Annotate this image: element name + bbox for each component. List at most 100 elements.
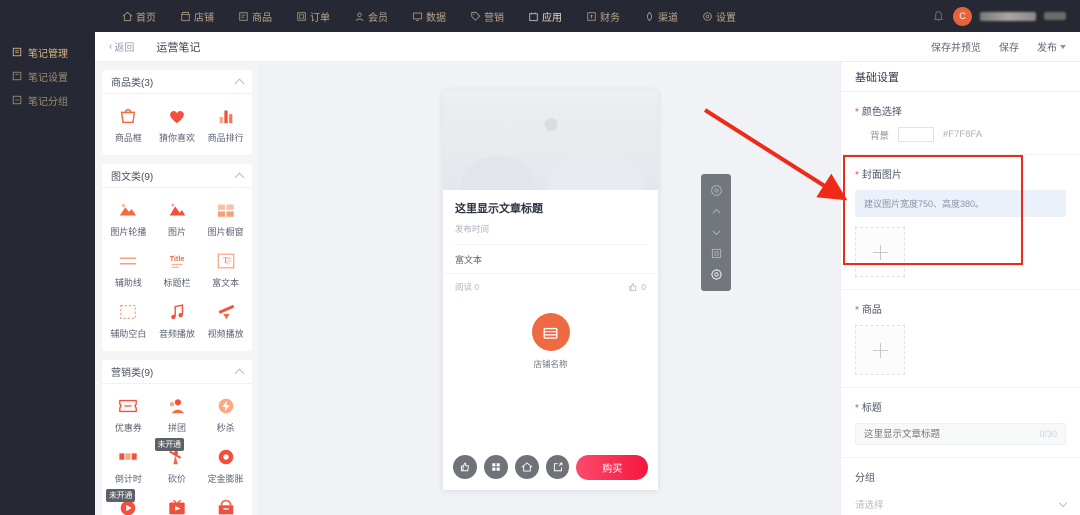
component-goods-rank[interactable]: 商品排行 xyxy=(201,100,250,151)
phone-preview: 这里显示文章标题 发布时间 富文本 阅读 0 0 店铺名称 购买 xyxy=(443,90,658,490)
move-down-icon[interactable] xyxy=(710,226,723,239)
group-field-label: 分组 xyxy=(855,473,875,484)
thumbs-up-icon[interactable] xyxy=(453,455,477,479)
notification-bell-icon[interactable] xyxy=(932,10,945,23)
group-title: 商品类(3) xyxy=(111,78,154,89)
topnav-item-goods[interactable]: 商品 xyxy=(236,3,274,30)
component-divider[interactable]: 辅助线 xyxy=(104,245,153,296)
sun-shape xyxy=(544,118,557,131)
share-icon[interactable] xyxy=(545,455,570,479)
topnav-item-settings[interactable]: 设置 xyxy=(700,3,738,30)
username-blurred xyxy=(980,11,1036,21)
component-label: 倒计时 xyxy=(114,474,142,484)
order-icon xyxy=(296,11,307,22)
shop-block[interactable]: 店铺名称 xyxy=(443,313,658,370)
topnav-item-data[interactable]: 数据 xyxy=(410,3,448,30)
component-image-window[interactable]: 图片橱窗 xyxy=(201,194,250,245)
topnav-item-home[interactable]: 首页 xyxy=(120,3,158,30)
note-list-icon xyxy=(12,47,22,57)
component-audio[interactable]: 音频播放 xyxy=(153,296,202,347)
save-preview-button[interactable]: 保存并预览 xyxy=(931,39,981,54)
buy-button[interactable]: 购买 xyxy=(576,454,649,480)
save-button[interactable]: 保存 xyxy=(999,39,1019,54)
cover-image-placeholder[interactable] xyxy=(443,90,658,190)
component-group-goods: 商品类(3) 商品框 猜你喜欢 商品排行 xyxy=(102,70,252,155)
component-label: 图片轮播 xyxy=(110,227,147,237)
group-header[interactable]: 图文类(9) xyxy=(102,164,252,188)
component-image[interactable]: 图片 xyxy=(153,194,202,245)
rank-bar-icon xyxy=(214,105,238,127)
component-blank[interactable]: 辅助空白 xyxy=(104,296,153,347)
component-recommend[interactable]: 猜你喜欢 xyxy=(153,100,202,151)
topnav-item-shop[interactable]: 店铺 xyxy=(178,3,216,30)
topnav-item-order[interactable]: 订单 xyxy=(294,3,332,30)
component-label: 富文本 xyxy=(212,278,240,288)
topnav-item-marketing[interactable]: 营销 xyxy=(468,3,506,30)
group-grid: 商品框 猜你喜欢 商品排行 xyxy=(102,94,252,155)
back-button[interactable]: ‹ 返回 xyxy=(109,39,134,54)
sidebar-item-note-group[interactable]: 笔记分组 xyxy=(0,88,95,112)
publish-button[interactable]: 发布 xyxy=(1037,39,1066,54)
group-header[interactable]: 营销类(9) xyxy=(102,360,252,384)
sidebar-item-note-settings[interactable]: 笔记设置 xyxy=(0,64,95,88)
hill-shape-right xyxy=(548,150,644,190)
topnav-label: 会员 xyxy=(368,12,388,24)
component-label: 定金膨胀 xyxy=(207,474,244,484)
color-swatch[interactable] xyxy=(898,127,935,142)
settings-gear-icon[interactable] xyxy=(710,268,723,281)
component-live-preview[interactable]: 直播预发 xyxy=(153,492,202,515)
component-group-media: 图文类(9) 图片轮播 图片 图片橱窗 辅助线 Title 标题栏 T 富文本 … xyxy=(102,164,252,351)
not-activated-badge: 未开通 xyxy=(106,489,136,502)
component-rich-text[interactable]: T 富文本 xyxy=(201,245,250,296)
topnav-label: 财务 xyxy=(600,12,620,24)
component-group-buy[interactable]: 拼团 xyxy=(153,390,202,441)
topnav-item-app[interactable]: 应用 xyxy=(526,3,564,36)
title-input-row: 0/30 xyxy=(855,423,1066,445)
back-label: 返回 xyxy=(114,43,135,54)
goods-section: 商品 xyxy=(841,290,1080,388)
group-select[interactable]: 请选择 xyxy=(855,493,1068,515)
component-float-toolbar xyxy=(701,174,731,291)
component-label: 秒杀 xyxy=(216,423,235,433)
component-coupon[interactable]: 优惠券 xyxy=(104,390,153,441)
component-goods-frame[interactable]: 商品框 xyxy=(104,100,153,151)
topnav-item-finance[interactable]: 财务 xyxy=(584,3,622,30)
component-video[interactable]: 视频播放 xyxy=(201,296,250,347)
topnav-label: 首页 xyxy=(136,12,156,24)
grid-icon[interactable] xyxy=(483,455,508,479)
component-carousel[interactable]: 图片轮播 xyxy=(104,194,153,245)
cover-image-label: 封面图片 xyxy=(855,166,1066,181)
group-grid: 优惠券 拼团 秒杀 倒计时 未开通 砍价 定金膨胀 未开通 xyxy=(102,384,252,515)
topnav-item-member[interactable]: 会员 xyxy=(352,3,390,30)
component-paid-zone[interactable]: 收费专区 xyxy=(201,492,250,515)
component-title-bar[interactable]: Title 标题栏 xyxy=(153,245,202,296)
component-flash-sale[interactable]: 秒杀 xyxy=(201,390,250,441)
move-up-icon[interactable] xyxy=(710,205,723,218)
topnav-label: 订单 xyxy=(310,12,330,24)
divider-line-icon xyxy=(116,250,140,272)
canvas-area: 这里显示文章标题 发布时间 富文本 阅读 0 0 店铺名称 购买 xyxy=(260,62,840,515)
component-bargain[interactable]: 未开通 砍价 xyxy=(153,438,202,492)
member-icon xyxy=(354,11,365,22)
component-deposit[interactable]: 定金膨胀 xyxy=(201,441,250,492)
heart-icon xyxy=(165,105,189,127)
rich-text-icon: T xyxy=(214,250,238,272)
copy-icon[interactable] xyxy=(710,247,723,260)
avatar[interactable]: C xyxy=(953,6,972,26)
read-count-label: 阅读 0 xyxy=(455,282,480,292)
goods-add-button[interactable] xyxy=(855,325,905,375)
topnav-item-channel[interactable]: 渠道 xyxy=(642,3,680,30)
not-activated-badge: 未开通 xyxy=(154,438,184,451)
component-countdown[interactable]: 倒计时 xyxy=(104,441,153,492)
home-icon[interactable] xyxy=(514,455,539,479)
group-header[interactable]: 商品类(3) xyxy=(102,70,252,94)
eye-icon[interactable] xyxy=(710,184,723,197)
goods-icon xyxy=(238,11,249,22)
cover-upload-button[interactable] xyxy=(855,227,905,277)
like-group[interactable]: 0 xyxy=(628,282,646,292)
component-mini-live[interactable]: 未开通 小程序直播 xyxy=(104,489,153,515)
title-input[interactable] xyxy=(864,428,1040,440)
group-title: 图文类(9) xyxy=(111,172,154,183)
topnav-label: 设置 xyxy=(716,12,736,24)
sidebar-item-note-manage[interactable]: 笔记管理 xyxy=(0,40,95,64)
